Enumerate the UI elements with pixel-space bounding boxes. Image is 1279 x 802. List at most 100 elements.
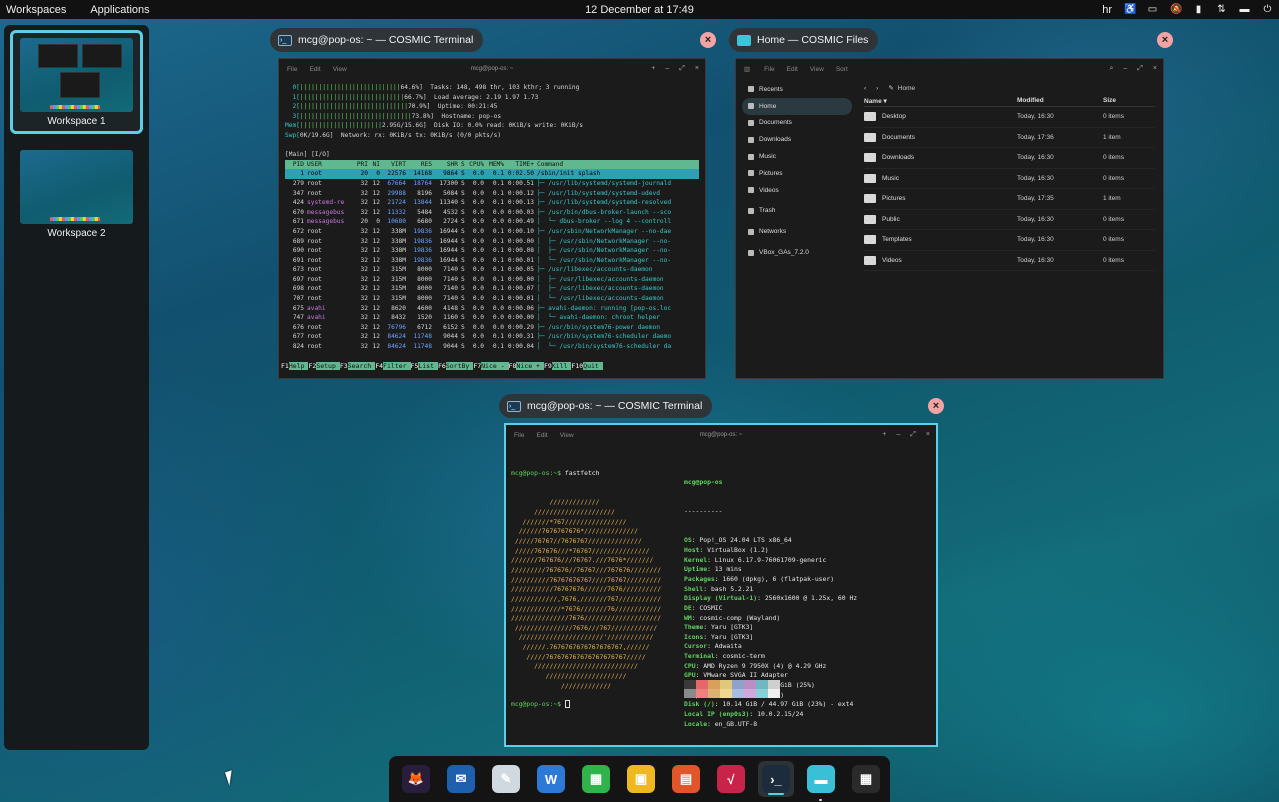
dock-item-libreoffice-writer[interactable]: W bbox=[533, 761, 569, 797]
close-icon[interactable]: × bbox=[695, 65, 699, 73]
dock-item-libreoffice-math[interactable]: √ bbox=[713, 761, 749, 797]
close-icon[interactable]: × bbox=[1157, 32, 1173, 48]
file-row[interactable]: Videos Today, 16:30 0 items bbox=[864, 251, 1155, 271]
fkey-f3[interactable]: F3 bbox=[340, 362, 348, 370]
menu-item-file[interactable]: File bbox=[287, 66, 297, 73]
applications-button[interactable]: Applications bbox=[90, 4, 149, 16]
fkey-f9[interactable]: F9 bbox=[544, 362, 552, 370]
process-row[interactable]: 697 root 32 12 315M 8000 7140 S 0.0 0.1 0:00.00 │ ├… bbox=[285, 275, 699, 285]
process-row[interactable]: 691 root 32 12 338M 19836 16944 S 0.0 0.1 0:00.01 │… bbox=[285, 256, 699, 266]
dock-item-firefox[interactable]: 🦊 bbox=[398, 761, 434, 797]
fkey-label[interactable]: Setup bbox=[316, 362, 340, 370]
sidebar-item-videos[interactable]: Videos bbox=[742, 182, 852, 199]
clock[interactable]: 12 December at 17:49 bbox=[0, 4, 1279, 16]
fkey-label[interactable]: Help bbox=[288, 362, 309, 370]
fkey-f1[interactable]: F1 bbox=[281, 362, 289, 370]
file-row[interactable]: Templates Today, 16:30 0 items bbox=[864, 230, 1155, 251]
fkey-f4[interactable]: F4 bbox=[375, 362, 383, 370]
fkey-label[interactable]: Quit bbox=[583, 362, 603, 370]
chat-icon[interactable]: ▬ bbox=[1239, 4, 1250, 15]
battery-icon[interactable]: ▮ bbox=[1193, 4, 1204, 15]
process-row[interactable]: 279 root 32 12 67664 18764 17300 S 0.0 0.1 0:00.51… bbox=[285, 179, 699, 189]
maximize-icon[interactable]: ⤢ bbox=[910, 431, 916, 439]
menu-item-view[interactable]: View bbox=[333, 66, 347, 73]
forward-icon[interactable]: › bbox=[876, 85, 878, 92]
workspace-1[interactable]: Workspace 1 bbox=[10, 30, 143, 134]
fastfetch-window-title[interactable]: ›_ mcg@pop-os: ~ — COSMIC Terminal bbox=[499, 394, 713, 418]
notifications-off-icon[interactable]: 🔕 bbox=[1170, 4, 1182, 15]
dock-item-terminal[interactable]: ›_ bbox=[758, 761, 794, 797]
minimize-icon[interactable]: – bbox=[896, 431, 900, 439]
files-window[interactable]: ▥ File Edit View Sort ⌕ – ⤢ × Recents Home Do… bbox=[735, 58, 1164, 379]
dock-item-libreoffice-impress-alt[interactable]: ▤ bbox=[668, 761, 704, 797]
process-row[interactable]: 698 root 32 12 315M 8000 7140 S 0.0 0.1 0:00.07 │ ├… bbox=[285, 284, 699, 294]
process-row[interactable]: 677 root 32 12 84624 11748 9044 S 0.0 0.1 0:00.31 ├… bbox=[285, 332, 699, 342]
power-icon[interactable]: ⏻ bbox=[1262, 4, 1273, 15]
minimize-icon[interactable]: – bbox=[665, 65, 669, 73]
maximize-icon[interactable]: ⤢ bbox=[1137, 65, 1143, 73]
sidebar-item-downloads[interactable]: Downloads bbox=[742, 131, 852, 148]
fkey-label[interactable]: Filter bbox=[383, 362, 411, 370]
network-icon[interactable]: ⇅ bbox=[1216, 4, 1227, 15]
fkey-label[interactable]: SortBy bbox=[445, 362, 474, 370]
htop-terminal-window[interactable]: File Edit View mcg@pop-os: ~ + – ⤢ × 0[|||… bbox=[278, 58, 706, 379]
column-modified[interactable]: Modified bbox=[1017, 97, 1103, 104]
fkey-f7[interactable]: F7 bbox=[473, 362, 481, 370]
fkey-label[interactable]: Nice + bbox=[516, 362, 544, 370]
process-table-header[interactable]: PID USER PRI NI VIRT RES SHR S CPU% MEM% TIME+ Comm… bbox=[285, 159, 699, 170]
new-tab-icon[interactable]: + bbox=[651, 65, 655, 73]
maximize-icon[interactable]: ⤢ bbox=[679, 65, 685, 73]
workspace-2[interactable]: Workspace 2 bbox=[10, 145, 143, 243]
fkey-label[interactable]: Nice - bbox=[481, 362, 509, 370]
search-icon[interactable]: ⌕ bbox=[1109, 65, 1113, 73]
process-row[interactable]: 690 root 32 12 338M 19836 16944 S 0.0 0.1 0:00.08 │… bbox=[285, 246, 699, 256]
sidebar-item-vbox-gas-7-2-0[interactable]: VBox_GAs_7.2.0 bbox=[742, 244, 852, 261]
keyboard-layout-indicator[interactable]: hr bbox=[1102, 4, 1112, 16]
process-row[interactable]: 673 root 32 12 315M 8000 7140 S 0.0 0.1 0:00.05 ├─ … bbox=[285, 265, 699, 275]
process-row[interactable]: 671 messagebus 20 0 10680 6680 2724 S 0.0 0.0 0:00… bbox=[285, 217, 699, 227]
process-row[interactable]: 689 root 32 12 338M 19836 16944 S 0.0 0.1 0:00.00 │… bbox=[285, 237, 699, 247]
column-size[interactable]: Size bbox=[1103, 97, 1116, 104]
dock-item-thunderbird[interactable]: ✉ bbox=[443, 761, 479, 797]
fkey-f5[interactable]: F5 bbox=[411, 362, 419, 370]
file-row[interactable]: Music Today, 16:30 0 items bbox=[864, 169, 1155, 189]
process-row[interactable]: 424 systemd-re 32 12 21724 13844 11340 S 0.0 0.1 0… bbox=[285, 198, 699, 208]
fkey-label[interactable]: Kill bbox=[551, 362, 572, 370]
files-window-title[interactable]: Home — COSMIC Files bbox=[729, 28, 879, 52]
menu-item-view[interactable]: View bbox=[560, 432, 574, 439]
menu-item-sort[interactable]: Sort bbox=[836, 66, 848, 73]
process-row[interactable]: 672 root 32 12 338M 19836 16944 S 0.0 0.1 0:00.10 ├… bbox=[285, 227, 699, 237]
process-row[interactable]: 347 root 32 12 29988 8196 5084 S 0.0 0.1 0:00.12 ├─… bbox=[285, 189, 699, 199]
file-row[interactable]: Public Today, 16:30 0 items bbox=[864, 210, 1155, 230]
file-row[interactable]: Documents Today, 17:36 1 item bbox=[864, 128, 1155, 148]
menu-item-file[interactable]: File bbox=[764, 66, 774, 73]
fkey-label[interactable]: List bbox=[418, 362, 438, 370]
fkey-f10[interactable]: F10 bbox=[571, 362, 583, 370]
dock-item-workspaces-overview[interactable]: ▦ bbox=[848, 761, 884, 797]
dock-item-text-editor[interactable]: ✎ bbox=[488, 761, 524, 797]
display-icon[interactable]: ▭ bbox=[1147, 4, 1158, 15]
close-icon[interactable]: × bbox=[1153, 65, 1157, 73]
sidebar-toggle-icon[interactable]: ▥ bbox=[744, 65, 750, 73]
file-row[interactable]: Downloads Today, 16:30 0 items bbox=[864, 148, 1155, 169]
accessibility-icon[interactable]: ♿ bbox=[1124, 4, 1136, 15]
close-icon[interactable]: × bbox=[928, 398, 944, 414]
dock-item-files[interactable]: ▬ bbox=[803, 761, 839, 801]
file-row[interactable]: Desktop Today, 16:30 0 items bbox=[864, 107, 1155, 128]
fkey-f6[interactable]: F6 bbox=[438, 362, 446, 370]
fastfetch-terminal-window[interactable]: File Edit View mcg@pop-os: ~ + – ⤢ × mcg@p… bbox=[504, 423, 938, 747]
back-icon[interactable]: ‹ bbox=[864, 85, 866, 92]
menu-item-file[interactable]: File bbox=[514, 432, 524, 439]
edit-path-icon[interactable]: ✎ bbox=[888, 84, 893, 92]
sidebar-item-home[interactable]: Home bbox=[742, 97, 852, 115]
htop-window-title[interactable]: ›_ mcg@pop-os: ~ — COSMIC Terminal bbox=[270, 28, 484, 52]
sidebar-item-music[interactable]: Music bbox=[742, 148, 852, 165]
fkey-f2[interactable]: F2 bbox=[308, 362, 316, 370]
dock-item-libreoffice-impress[interactable]: ▣ bbox=[623, 761, 659, 797]
fkey-f8[interactable]: F8 bbox=[509, 362, 517, 370]
dock-item-libreoffice-calc[interactable]: ▦ bbox=[578, 761, 614, 797]
final-prompt-line[interactable]: mcg@pop-os:~$ bbox=[511, 700, 570, 708]
sidebar-item-documents[interactable]: Documents bbox=[742, 115, 852, 132]
minimize-icon[interactable]: – bbox=[1123, 65, 1127, 73]
process-row[interactable]: 1 root 20 0 22576 14168 9864 S 0.0 0.1 0:02.50/sbi… bbox=[285, 169, 699, 179]
